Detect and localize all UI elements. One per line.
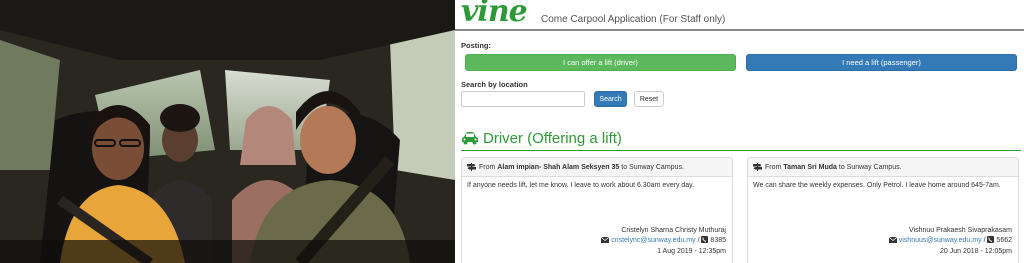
- car-icon: [461, 131, 479, 145]
- signpost-icon: [753, 163, 762, 171]
- posting-label: Posting:: [461, 41, 491, 50]
- post-contact: Cristelyn Sharna Christy Muthuraj criste…: [600, 226, 726, 257]
- route-from-word: From: [765, 163, 782, 171]
- driver-post-card: From Taman Sri Muda to Sunway Campus. We…: [747, 157, 1019, 263]
- contact-separator: /: [697, 237, 700, 244]
- post-route: From Taman Sri Muda to Sunway Campus.: [748, 158, 1018, 177]
- phone-icon: [701, 236, 709, 247]
- driver-post-card: From Alam impian- Shah Alam Seksyen 35 t…: [461, 157, 733, 263]
- section-divider: [461, 150, 1021, 151]
- need-lift-button[interactable]: I need a lift (passenger): [746, 54, 1017, 71]
- app-title: Come Carpool Application (For Staff only…: [541, 14, 726, 25]
- signpost-icon: [467, 163, 476, 171]
- contact-separator: /: [983, 237, 986, 244]
- driver-section-title: Driver (Offering a lift): [461, 128, 622, 148]
- envelope-icon: [888, 236, 898, 247]
- route-destination: to Sunway Campus.: [838, 163, 902, 171]
- header-divider: [455, 29, 1024, 31]
- poster-email-link[interactable]: vishnuus@sunway.edu.my: [899, 237, 982, 244]
- envelope-icon: [600, 236, 610, 247]
- poster-phone: 5662: [996, 237, 1012, 244]
- carpool-photo: [0, 0, 455, 263]
- route-from-word: From: [479, 163, 496, 171]
- search-label: Search by location: [461, 80, 528, 89]
- reset-button[interactable]: Reset: [634, 91, 664, 107]
- vine-logo[interactable]: vine: [461, 0, 528, 29]
- post-message: If anyone needs lift, let me know. I lea…: [467, 182, 695, 189]
- post-contact: Vishnuu Prakaesh Sivaprakasam vishnuus@s…: [888, 226, 1012, 257]
- carpool-app: vine Come Carpool Application (For Staff…: [455, 0, 1024, 263]
- poster-name: Vishnuu Prakaesh Sivaprakasam: [909, 227, 1012, 234]
- poster-phone: 8385: [710, 237, 726, 244]
- poster-name: Cristelyn Sharna Christy Muthuraj: [621, 227, 726, 234]
- location-search-input[interactable]: [461, 91, 585, 107]
- route-destination: to Sunway Campus.: [621, 163, 684, 171]
- post-date: 1 Aug 2019 - 12:35pm: [657, 248, 726, 255]
- carpool-photo-illustration: [0, 0, 455, 263]
- post-date: 20 Jun 2018 - 12:05pm: [940, 248, 1012, 255]
- app-header: vine Come Carpool Application (For Staff…: [455, 0, 1024, 31]
- phone-icon: [987, 236, 995, 247]
- post-route: From Alam impian- Shah Alam Seksyen 35 t…: [462, 158, 732, 177]
- offer-lift-button[interactable]: I can offer a lift (driver): [465, 54, 736, 71]
- driver-section-title-text: Driver (Offering a lift): [483, 129, 622, 147]
- poster-email-link[interactable]: cristelync@sunway.edu.my: [611, 237, 695, 244]
- route-from-location: Alam impian- Shah Alam Seksyen 35: [497, 163, 620, 171]
- route-from-location: Taman Sri Muda: [783, 163, 837, 171]
- screenshot-frame: vine Come Carpool Application (For Staff…: [0, 0, 1024, 263]
- post-message: We can share the weekly expenses. Only P…: [753, 182, 1001, 189]
- search-button[interactable]: Search: [594, 91, 627, 107]
